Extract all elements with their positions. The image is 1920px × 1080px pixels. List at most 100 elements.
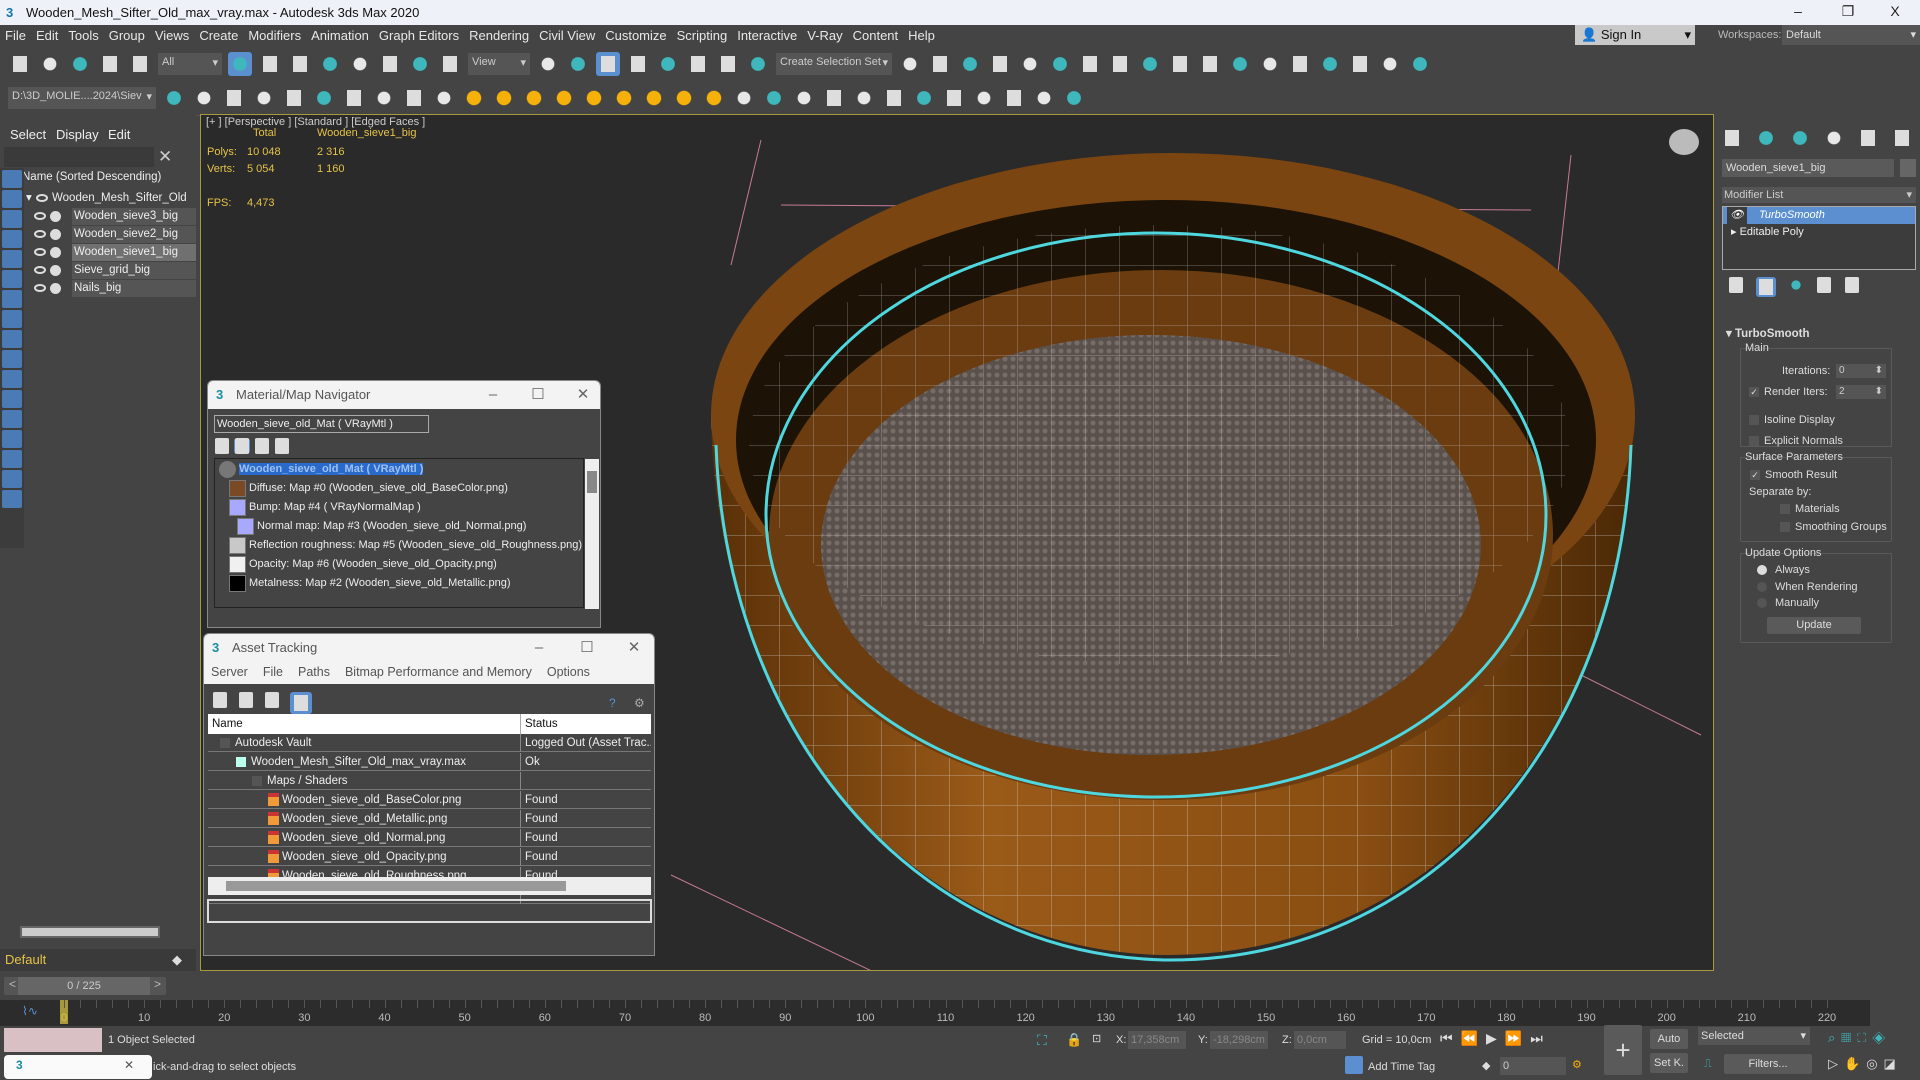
render-iters-checkbox[interactable]: ✓ Render Iters: [1749, 386, 1828, 398]
prev-key-icon[interactable]: ⏪ [1461, 1030, 1486, 1046]
new-project-icon[interactable] [222, 86, 246, 110]
toggle-ribbon-icon[interactable] [1018, 51, 1042, 76]
asset-row[interactable]: Wooden_sieve_old_Opacity.png Found [208, 848, 651, 866]
menu-options[interactable]: Options [547, 662, 590, 684]
render-iterative-icon[interactable] [1258, 51, 1282, 76]
edit-named-sets-icon[interactable] [746, 51, 770, 76]
track-bar[interactable]: ⌇∿ 0 10 20 30 40 50 60 70 80 90 100 110 120 130 140 150… [0, 1000, 1870, 1026]
material-name-field[interactable]: Wooden_sieve_old_Mat ( VRayMtl ) [214, 415, 429, 433]
ies-light-icon[interactable] [582, 86, 606, 110]
schematic-view-icon[interactable] [1108, 51, 1132, 76]
create-tab-icon[interactable] [1720, 126, 1744, 150]
help-icon[interactable] [1062, 86, 1086, 110]
spinner-snap-icon[interactable] [716, 51, 740, 76]
menu-modifiers[interactable]: Modifiers [243, 28, 306, 43]
reference-coordinate-dropdown[interactable]: View ▾ [468, 52, 530, 75]
render-queue-icon[interactable] [1408, 51, 1432, 76]
fire-icon[interactable] [792, 86, 816, 110]
link-icon[interactable] [68, 51, 92, 76]
menu-views[interactable]: Views [150, 28, 194, 43]
menu-tools[interactable]: Tools [63, 28, 103, 43]
zoom-extents-icon[interactable]: ⛶ [1857, 1030, 1872, 1045]
expand-arrow-icon[interactable]: ▾ [26, 192, 32, 204]
asset-row[interactable]: Wooden_sieve_old_Normal.png Found [208, 829, 651, 847]
minimize-button[interactable]: – [1775, 0, 1821, 25]
set-key-big-button[interactable]: + [1604, 1025, 1642, 1075]
explorer-filter-icon[interactable] [2, 190, 22, 208]
menu-civil-view[interactable]: Civil View [534, 28, 600, 43]
object-color-swatch[interactable] [1900, 159, 1916, 177]
asset-path-field[interactable] [207, 899, 652, 923]
teapot-icon[interactable] [282, 86, 306, 110]
layer-toggle-icon[interactable]: ◆ [172, 952, 182, 968]
menu-vray[interactable]: V-Ray [802, 28, 847, 43]
explorer-filter-icon[interactable] [2, 230, 22, 248]
map-node[interactable]: Normal map: Map #3 (Wooden_sieve_old_Nor… [237, 517, 526, 536]
freeze-toggle-icon[interactable] [50, 265, 61, 276]
rotate-icon[interactable] [378, 51, 402, 76]
taskbar-preview[interactable]: 3 ✕ [4, 1055, 152, 1079]
object-name-field[interactable]: Wooden_sieve1_big [1722, 159, 1894, 177]
key-mode-icon[interactable]: ◆ [1482, 1059, 1490, 1072]
vray-light-icon[interactable] [372, 86, 396, 110]
utilities-tab-icon[interactable] [1890, 126, 1914, 150]
menu-animation[interactable]: Animation [306, 28, 374, 43]
menu-graph-editors[interactable]: Graph Editors [374, 28, 464, 43]
remove-modifier-icon[interactable] [1816, 277, 1832, 293]
explorer-filter-icon[interactable] [2, 270, 22, 288]
asset-horizontal-scrollbar[interactable] [208, 877, 651, 895]
curve-editor-mini-icon[interactable]: ⌇∿ [22, 1004, 38, 1018]
vray-camera-icon[interactable] [402, 86, 426, 110]
current-frame-field[interactable]: 0 [1500, 1057, 1566, 1075]
snap-3d-icon[interactable] [626, 51, 650, 76]
menu-edit[interactable]: Edit [31, 28, 63, 43]
minimize-button[interactable]: – [473, 381, 513, 409]
key-filter-select[interactable]: Selected ▾ [1698, 1027, 1810, 1045]
rect-selection-icon[interactable] [288, 51, 312, 76]
scale-icon[interactable] [408, 51, 432, 76]
vray-plane-icon[interactable] [762, 86, 786, 110]
curve-editor-icon[interactable] [1048, 51, 1072, 76]
placement-icon[interactable] [438, 51, 462, 76]
scene-object-row[interactable]: Wooden_sieve2_big [26, 226, 196, 243]
proxy-icon[interactable] [702, 86, 726, 110]
close-icon[interactable]: ✕ [124, 1058, 134, 1072]
menu-file[interactable]: File [263, 662, 283, 684]
multi-material-icon[interactable] [852, 86, 876, 110]
scene-object-row[interactable]: ▾ Wooden_Mesh_Sifter_Old [26, 190, 196, 207]
sun-sky-icon[interactable] [642, 86, 666, 110]
next-frame-icon[interactable]: > [154, 977, 161, 991]
vray-logo-icon[interactable] [972, 86, 996, 110]
key-filters-button[interactable]: Filters... [1724, 1054, 1812, 1074]
tangent-type-icon[interactable]: ⎍ [1704, 1058, 1712, 1071]
help-icon[interactable]: ? [609, 696, 616, 710]
lock-selection-icon[interactable]: 🔒 [1066, 1032, 1082, 1048]
play-icon[interactable]: ▶ [1486, 1030, 1505, 1046]
prev-frame-icon[interactable]: < [9, 977, 16, 991]
visibility-eye-icon[interactable] [34, 248, 46, 256]
move-icon[interactable] [348, 51, 372, 76]
maximize-button[interactable]: ☐ [567, 634, 607, 662]
explorer-filter-icon[interactable] [2, 370, 22, 388]
refresh-icon[interactable] [212, 692, 228, 708]
explorer-filter-icon[interactable] [2, 390, 22, 408]
align-icon[interactable] [928, 51, 952, 76]
auto-key-button[interactable]: Auto [1650, 1029, 1688, 1049]
asset-row[interactable]: Wooden_sieve_old_Metallic.png Found [208, 810, 651, 828]
visibility-eye-icon[interactable] [34, 212, 46, 220]
zoom-icon[interactable]: ⌕ [1828, 1030, 1841, 1045]
dialog-titlebar[interactable]: 3 Asset Tracking – ☐ ✕ [204, 634, 654, 662]
open-project-icon[interactable] [192, 86, 216, 110]
smoothing-groups-checkbox[interactable]: Smoothing Groups [1780, 521, 1887, 533]
visibility-eye-icon[interactable] [36, 194, 48, 202]
forest-icon[interactable] [1002, 86, 1026, 110]
absolute-mode-icon[interactable]: ⊡ [1092, 1032, 1101, 1045]
material-editor-icon[interactable] [1138, 51, 1162, 76]
list-icons-view-icon[interactable] [234, 438, 250, 454]
render-setup-icon[interactable] [1168, 51, 1192, 76]
menu-server[interactable]: Server [211, 662, 248, 684]
scene-object-row[interactable]: Wooden_sieve3_big [26, 208, 196, 225]
expand-arrow-icon[interactable]: ▸ [1731, 226, 1740, 238]
visibility-eye-icon[interactable] [34, 284, 46, 292]
named-selection-set-dropdown[interactable]: Create Selection Set ▾ [776, 52, 892, 75]
